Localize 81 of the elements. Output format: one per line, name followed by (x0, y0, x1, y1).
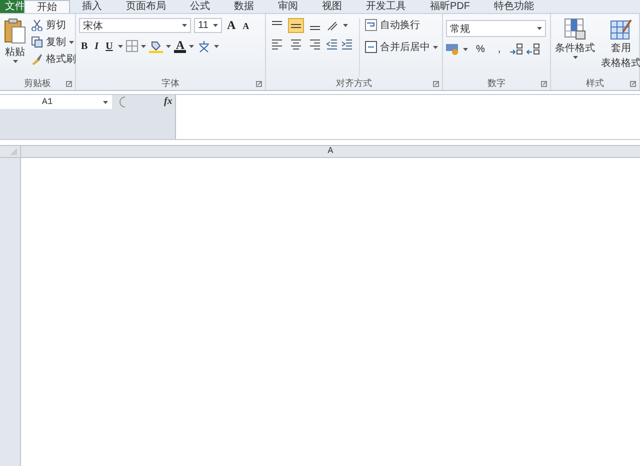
fill-color-icon[interactable] (148, 40, 163, 52)
caret-icon[interactable] (537, 27, 542, 30)
group-label: 样式 (586, 77, 604, 90)
expand-handle-icon[interactable] (117, 96, 127, 108)
orientation-icon[interactable] (326, 20, 340, 32)
phonetic-icon[interactable] (197, 39, 212, 53)
ribbon-tab[interactable]: 开始 (24, 0, 70, 13)
font-color-button[interactable]: A (174, 40, 186, 52)
format-button[interactable]: I (92, 40, 101, 52)
wrap-text-icon (365, 19, 377, 31)
caret-icon[interactable] (103, 101, 108, 104)
caret-icon[interactable] (118, 44, 123, 48)
insert-function-button[interactable]: fx (164, 95, 176, 109)
grid-chart-icon (564, 18, 586, 40)
dialog-launcher-icon[interactable] (66, 81, 72, 87)
group-label: 数字 (488, 77, 506, 90)
align-middle-button[interactable] (288, 18, 304, 33)
font-size-field[interactable]: 11 (194, 18, 222, 33)
caret-icon[interactable] (433, 46, 438, 48)
decrease-decimal-icon[interactable] (526, 43, 540, 55)
caret-icon[interactable] (69, 40, 74, 44)
ribbon-tab[interactable]: 特色功能 (482, 0, 546, 13)
caret-icon[interactable] (166, 44, 171, 48)
ribbon-tab[interactable]: 开发工具 (354, 0, 418, 13)
caret-icon[interactable] (572, 56, 578, 59)
wrap-text-button[interactable]: 自动换行 (365, 18, 438, 32)
percent-button[interactable]: % (471, 44, 490, 54)
lines-icon (309, 38, 321, 50)
caret-icon[interactable] (140, 44, 146, 48)
ribbon-button[interactable]: 复制 (31, 35, 76, 49)
caret-icon[interactable] (182, 24, 187, 27)
file-tab[interactable]: 文件 (0, 0, 24, 13)
caret-icon[interactable] (12, 60, 18, 63)
conditional-format-button[interactable]: 条件格式 (554, 18, 596, 77)
number-format-field[interactable]: 常规 (446, 20, 546, 37)
grow-font-button[interactable]: A (225, 18, 238, 33)
increase-decimal-icon[interactable] (508, 43, 523, 55)
formula-input-field[interactable] (175, 95, 640, 139)
ribbon-button[interactable]: 格式刷 (31, 52, 76, 66)
table-brush-icon (610, 18, 632, 40)
currency-icon[interactable] (446, 43, 460, 55)
lines-icon (272, 21, 282, 25)
caret-icon[interactable] (213, 24, 218, 27)
ribbon-tab[interactable]: 数据 (222, 0, 266, 13)
shrink-font-button[interactable]: A (240, 20, 252, 30)
lines-icon (271, 38, 283, 50)
scissors-icon (31, 19, 43, 31)
comma-button[interactable]: , (492, 44, 506, 54)
merge-cells-icon (365, 41, 377, 53)
dialog-launcher-icon[interactable] (541, 81, 547, 87)
dialog-launcher-icon[interactable] (630, 81, 636, 87)
name-box[interactable]: A1 (0, 95, 112, 109)
lines-icon (291, 24, 301, 28)
group-label: 剪贴板 (24, 77, 51, 90)
copy-icon (31, 36, 43, 48)
ribbon-tab[interactable]: 页面布局 (114, 0, 178, 13)
paste-button[interactable]: 粘贴 (3, 18, 27, 77)
group-label: 对齐方式 (336, 77, 372, 90)
ribbon-tab[interactable]: 视图 (310, 0, 354, 13)
ribbon-tab[interactable]: 审阅 (266, 0, 310, 13)
paintbrush-icon (31, 53, 43, 65)
clipboard-icon (4, 18, 26, 44)
lines-icon (290, 38, 302, 50)
lines-icon (310, 26, 320, 30)
ribbon-tab[interactable]: 福昕PDF (418, 0, 482, 13)
font-name-field[interactable]: 宋体 (79, 18, 191, 33)
format-button[interactable]: U (104, 40, 115, 52)
caret-icon[interactable] (214, 44, 220, 48)
merge-center-button[interactable]: 合并后居中 (365, 40, 438, 54)
caret-icon[interactable] (189, 44, 194, 48)
format-button[interactable]: B (79, 40, 90, 52)
decrease-indent-icon[interactable] (326, 38, 338, 50)
dialog-launcher-icon[interactable] (256, 81, 262, 87)
ribbon-tab[interactable]: 插入 (70, 0, 114, 13)
caret-icon[interactable] (463, 48, 468, 50)
ribbon-tab[interactable]: 公式 (178, 0, 222, 13)
increase-indent-icon[interactable] (341, 38, 353, 50)
ribbon-button[interactable]: 剪切 (31, 18, 76, 32)
group-label: 字体 (162, 77, 180, 90)
caret-icon[interactable] (343, 24, 348, 27)
dialog-launcher-icon[interactable] (433, 81, 439, 87)
